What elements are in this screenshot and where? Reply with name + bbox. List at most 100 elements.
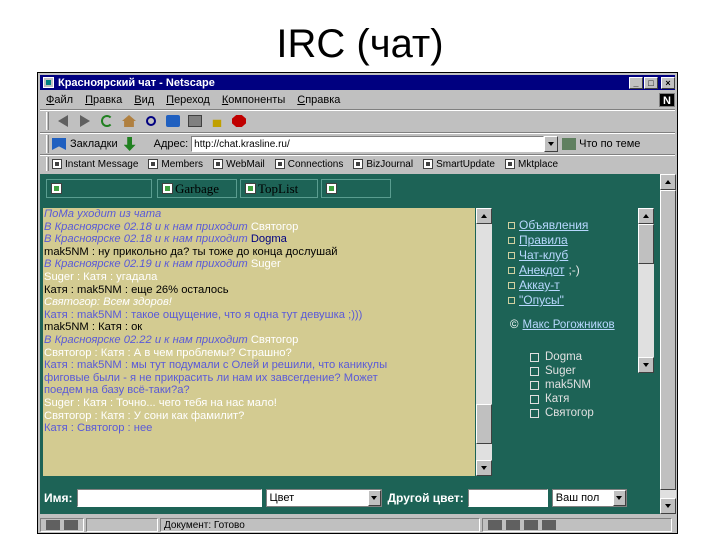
personal-item-bizjournal[interactable]: BizJournal: [353, 159, 413, 170]
security-status[interactable]: [40, 518, 84, 532]
other-color-input[interactable]: [467, 489, 548, 507]
author-link[interactable]: Макс Рогожников: [522, 319, 614, 331]
chat-message: В Красноярске 02.19 и к нам приходит Sug…: [43, 258, 475, 271]
menu-help[interactable]: Справка: [297, 94, 340, 106]
scroll-up-button[interactable]: [638, 208, 654, 224]
name-input[interactable]: [76, 489, 262, 507]
chat-message: Катя : mak5NM : мы тут подумали с Олей и…: [43, 359, 475, 372]
user-item[interactable]: mak5NM: [530, 378, 594, 392]
frame-tab-4[interactable]: [321, 179, 391, 198]
user-checkbox[interactable]: [530, 352, 539, 362]
address-dropdown-button[interactable]: [544, 136, 559, 152]
forward-icon: [80, 115, 90, 127]
chat-log[interactable]: ПоМа уходит из чата В Красноярске 02.18 и…: [43, 208, 475, 476]
whats-related-icon[interactable]: [562, 138, 577, 150]
search-icon: [146, 116, 156, 126]
security-button[interactable]: [206, 111, 228, 131]
chat-scrollbar[interactable]: [476, 208, 492, 476]
scroll-thumb[interactable]: [660, 190, 676, 490]
scroll-down-button[interactable]: [660, 498, 676, 514]
navigator-icon[interactable]: [488, 520, 502, 530]
minimize-button[interactable]: _: [629, 76, 643, 89]
name-label: Имя:: [44, 491, 73, 505]
chat-nick: Suger: [250, 258, 281, 271]
side-menu-link[interactable]: Объявления: [519, 218, 588, 233]
frame-tab-toplist[interactable]: TopList: [240, 179, 318, 198]
personal-item-instant-message[interactable]: Instant Message: [52, 159, 138, 170]
side-menu-link[interactable]: Чат-клуб: [519, 248, 568, 263]
dropdown-arrow-icon[interactable]: [612, 490, 626, 506]
title-bar[interactable]: Красноярский чат - Netscape _ □ ×: [40, 75, 675, 90]
maximize-button[interactable]: □: [644, 76, 658, 89]
back-button[interactable]: [52, 111, 74, 131]
page-proxy-icon[interactable]: [123, 137, 136, 151]
user-checkbox[interactable]: [530, 394, 539, 404]
menu-components[interactable]: Компоненты: [222, 94, 285, 106]
frame-tab-garbage[interactable]: Garbage: [157, 179, 237, 198]
user-checkbox[interactable]: [530, 408, 539, 418]
print-button[interactable]: [184, 111, 206, 131]
composer-icon[interactable]: [542, 520, 556, 530]
home-button[interactable]: [118, 111, 140, 131]
security-icon: [212, 119, 222, 127]
chat-message: Катя : mak5NM : еще 26% осталось: [43, 284, 475, 297]
personal-item-mktplace[interactable]: Mktplace: [505, 159, 558, 170]
personal-item-webmail[interactable]: WebMail: [213, 159, 265, 170]
scroll-up-button[interactable]: [476, 208, 492, 224]
color-select[interactable]: Цвет: [265, 489, 382, 507]
side-menu-link[interactable]: Аккау-т: [519, 278, 560, 293]
chat-message: фиговые были - я не прикрасить ли нам их…: [43, 372, 475, 385]
reload-button[interactable]: [96, 111, 118, 131]
user-item[interactable]: Dogma: [530, 350, 594, 364]
whats-related-label[interactable]: Что по теме: [579, 138, 640, 150]
personal-item-label: Mktplace: [518, 158, 559, 170]
menu-view[interactable]: Вид: [134, 94, 154, 106]
scroll-down-button[interactable]: [476, 460, 492, 476]
side-scrollbar[interactable]: [638, 208, 654, 373]
user-item[interactable]: Suger: [530, 364, 594, 378]
gender-select[interactable]: Ваш пол: [551, 489, 627, 507]
dropdown-arrow-icon[interactable]: [367, 490, 381, 506]
personal-item-members[interactable]: Members: [148, 159, 203, 170]
frame-tab-1[interactable]: [46, 179, 152, 198]
toolbar-grip[interactable]: [46, 112, 49, 130]
chat-message-text: mak5NM : Катя : ок: [44, 321, 143, 334]
personal-item-connections[interactable]: Connections: [274, 159, 343, 170]
toolbar-grip[interactable]: [46, 135, 49, 153]
guide-button[interactable]: [162, 111, 184, 131]
copyright: © Макс Рогожников: [510, 319, 615, 331]
bookmarks-button[interactable]: Закладки: [52, 138, 118, 150]
news-icon[interactable]: [524, 520, 538, 530]
bookmark-icon: [423, 159, 434, 169]
address-input[interactable]: [191, 136, 545, 152]
stop-button[interactable]: [228, 111, 250, 131]
chat-message-text: Катя : Святогор : нее: [44, 422, 153, 435]
user-checkbox[interactable]: [530, 380, 539, 390]
menu-file[interactable]: Файл: [46, 94, 73, 106]
user-checkbox[interactable]: [530, 366, 539, 376]
bookmark-icon: [52, 159, 62, 169]
personal-item-smartupdate[interactable]: SmartUpdate: [423, 159, 495, 170]
user-name: Dogma: [545, 351, 583, 363]
scroll-thumb[interactable]: [476, 404, 492, 444]
chat-message: mak5NM : Катя : ок: [43, 321, 475, 334]
menu-go[interactable]: Переход: [166, 94, 210, 106]
toolbar-grip[interactable]: [46, 157, 49, 171]
side-menu-link[interactable]: Анекдот: [519, 263, 564, 278]
bullet-icon: [508, 237, 515, 244]
close-button[interactable]: ×: [661, 76, 675, 89]
side-menu-link[interactable]: "Опусы": [519, 293, 564, 308]
scroll-up-button[interactable]: [660, 174, 676, 190]
mail-icon[interactable]: [506, 520, 520, 530]
guide-icon: [166, 115, 180, 127]
user-item[interactable]: Катя: [530, 392, 594, 406]
user-item[interactable]: Святогор: [530, 406, 594, 420]
side-menu-link[interactable]: Правила: [519, 233, 568, 248]
location-bar: Закладки Адрес: Что по теме: [40, 134, 675, 154]
forward-button[interactable]: [74, 111, 96, 131]
menu-edit[interactable]: Правка: [85, 94, 122, 106]
scroll-down-button[interactable]: [638, 357, 654, 373]
scroll-thumb[interactable]: [638, 224, 654, 264]
page-scrollbar[interactable]: [660, 174, 676, 514]
search-button[interactable]: [140, 111, 162, 131]
